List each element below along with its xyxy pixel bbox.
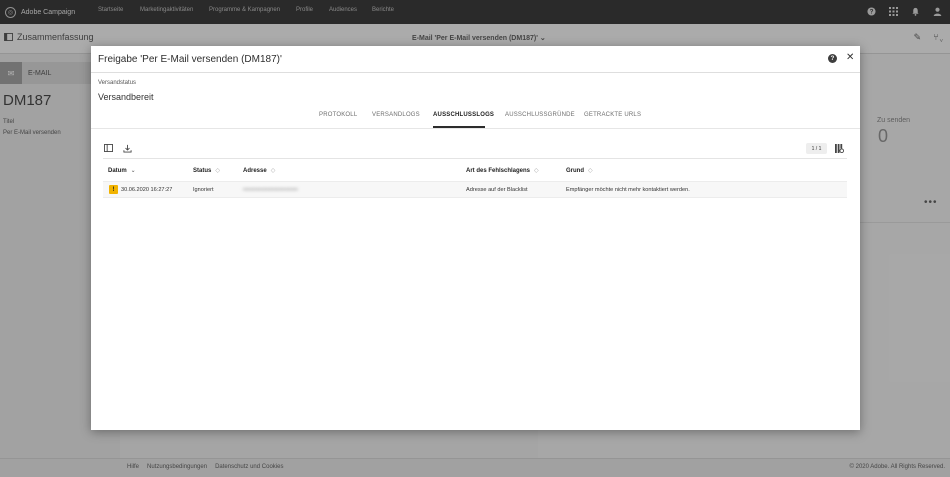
column-art-des-fehlschlagens[interactable]: Art des Fehlschlagens ◇ [466, 167, 539, 175]
sort-icon: ◇ [588, 168, 593, 174]
column-adresse-label: Adresse [243, 167, 267, 174]
column-status-label: Status [193, 167, 212, 174]
toggle-panel-icon[interactable] [102, 142, 114, 154]
column-grund-label: Grund [566, 167, 584, 174]
close-icon[interactable]: ✕ [846, 52, 854, 63]
table-header: Datum ⌄ Status ◇ Adresse ◇ Art des Fehls… [103, 162, 847, 180]
column-grund[interactable]: Grund ◇ [566, 167, 593, 175]
approval-dialog: Freigabe 'Per E-Mail versenden (DM187)' … [91, 46, 860, 430]
column-adresse[interactable]: Adresse ◇ [243, 167, 276, 175]
pagination[interactable]: 1 / 1 [806, 143, 827, 154]
help-icon[interactable]: ? [828, 54, 837, 63]
tab-versandlogs[interactable]: VERSANDLOGS [372, 112, 420, 118]
tab-getrackte-urls[interactable]: GETRACKTE URLS [584, 112, 641, 118]
tab-ausschlusslogs[interactable]: AUSSCHLUSSLOGS [433, 112, 494, 118]
tabs-divider [91, 128, 860, 129]
cell-status: Ignoriert [193, 187, 214, 193]
column-datum[interactable]: Datum ⌄ [108, 167, 136, 175]
column-art-label: Art des Fehlschlagens [466, 167, 531, 174]
list-toolbar: 1 / 1 [91, 140, 860, 156]
column-datum-label: Datum [108, 167, 127, 174]
versandstatus-value: Versandbereit [98, 92, 154, 102]
cell-datum: 30.06.2020 16:27:27 [121, 187, 173, 193]
column-settings-icon[interactable] [833, 142, 845, 154]
dialog-tabs: PROTOKOLL VERSANDLOGS AUSSCHLUSSLOGS AUS… [91, 108, 860, 128]
dialog-header: Freigabe 'Per E-Mail versenden (DM187)' … [91, 46, 860, 73]
tab-ausschlussgruende[interactable]: AUSSCHLUSSGRÜNDE [505, 112, 575, 118]
cell-adresse: •••••••••••••••••••••••••••• [243, 187, 298, 193]
warning-icon: ! [109, 185, 118, 194]
download-icon[interactable] [121, 142, 133, 154]
tab-protokoll[interactable]: PROTOKOLL [319, 112, 357, 118]
cell-art-des-fehlschlagens: Adresse auf der Blacklist [466, 187, 528, 193]
versandstatus-label: Versandstatus [98, 80, 137, 86]
sort-icon: ◇ [215, 168, 220, 174]
cell-grund: Empfänger möchte nicht mehr kontaktiert … [566, 187, 690, 193]
table-row[interactable]: ! 30.06.2020 16:27:27 Ignoriert ••••••••… [103, 181, 847, 198]
sort-descending-icon: ⌄ [130, 168, 136, 174]
table-top-line [103, 158, 847, 159]
column-status[interactable]: Status ◇ [193, 167, 220, 175]
dialog-title: Freigabe 'Per E-Mail versenden (DM187)' [98, 54, 282, 65]
sort-icon: ◇ [270, 168, 276, 174]
sort-icon: ◇ [534, 168, 539, 174]
